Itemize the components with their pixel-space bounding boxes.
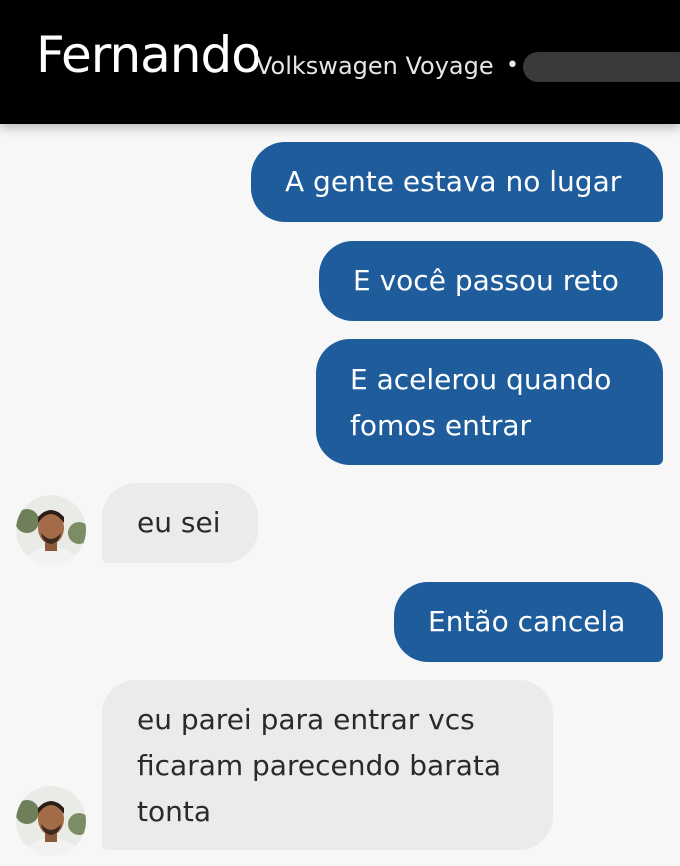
driver-name: Fernando — [36, 26, 258, 84]
message-text: eu parei para entrar vcs — [137, 703, 475, 736]
chat-header: Fernando Volkswagen Voyage • — [0, 0, 680, 124]
message-text: A gente estava no lugar — [285, 165, 622, 198]
vehicle-model: Volkswagen Voyage — [256, 52, 494, 80]
driver-avatar — [16, 495, 86, 565]
message-text: fomos entrar — [350, 409, 532, 442]
separator-dot: • — [506, 53, 519, 78]
message-text: tonta — [137, 795, 211, 828]
driver-photo-icon — [16, 786, 86, 856]
message-text: Então cancela — [428, 605, 626, 638]
message-text: ficaram parecendo barata — [137, 749, 501, 782]
message-text: eu sei — [137, 506, 221, 539]
message-text: E acelerou quando — [350, 363, 612, 396]
message-list[interactable]: A gente estava no lugar E você passou re… — [0, 124, 680, 866]
message-text: E você passou reto — [353, 264, 619, 297]
message-outgoing: E acelerou quando fomos entrar — [316, 339, 663, 465]
message-incoming: eu parei para entrar vcs ficaram parecen… — [102, 680, 553, 850]
message-outgoing: A gente estava no lugar — [251, 142, 663, 222]
driver-avatar — [16, 786, 86, 856]
redacted-plate — [523, 52, 680, 82]
message-incoming: eu sei — [102, 483, 258, 563]
message-outgoing: Então cancela — [394, 582, 663, 662]
driver-photo-icon — [16, 495, 86, 565]
message-outgoing: E você passou reto — [319, 241, 663, 321]
